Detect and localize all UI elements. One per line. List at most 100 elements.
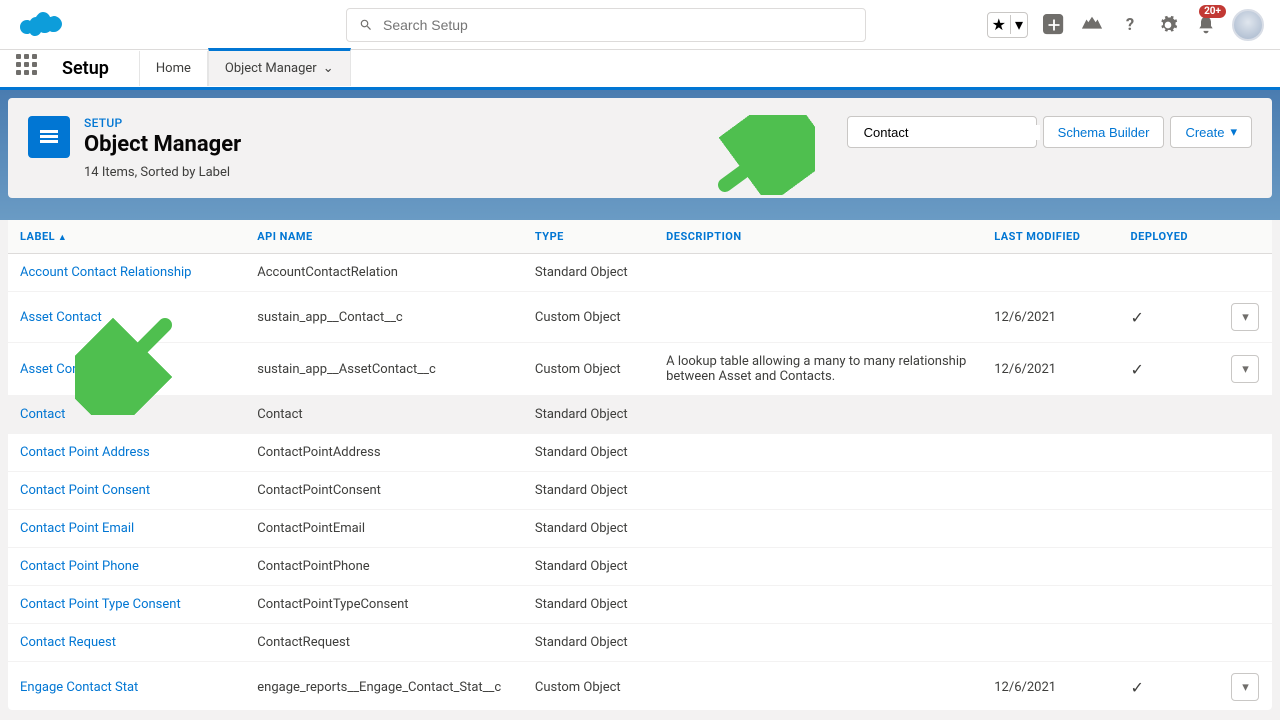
api-name-cell: ContactPointTypeConsent bbox=[245, 586, 523, 624]
app-nav-bar: Setup Home Object Manager ⌄ bbox=[0, 50, 1280, 90]
object-label-link[interactable]: Contact Point Phone bbox=[20, 559, 139, 574]
add-icon[interactable] bbox=[1042, 13, 1066, 37]
chevron-down-icon: ▾ bbox=[1230, 124, 1237, 140]
header-utility-icons: ★ ▾ ? 20+ bbox=[987, 9, 1264, 41]
app-launcher-icon[interactable] bbox=[16, 54, 46, 84]
description-cell bbox=[654, 472, 982, 510]
type-cell: Standard Object bbox=[523, 624, 654, 662]
object-label-link[interactable]: Contact Point Type Consent bbox=[20, 597, 181, 612]
object-label-link[interactable]: Contact Point Email bbox=[20, 521, 134, 536]
salesforce-logo[interactable] bbox=[16, 7, 66, 42]
global-search-input[interactable] bbox=[383, 17, 853, 33]
quick-find-input[interactable] bbox=[864, 125, 1040, 140]
col-type[interactable]: TYPE bbox=[523, 220, 654, 254]
tab-object-manager[interactable]: Object Manager ⌄ bbox=[208, 48, 351, 86]
search-icon bbox=[359, 18, 373, 32]
description-cell: A lookup table allowing a many to many r… bbox=[654, 343, 982, 396]
tab-home[interactable]: Home bbox=[139, 51, 208, 86]
deployed-cell: ✓ bbox=[1119, 292, 1220, 343]
actions-cell: ▾ bbox=[1219, 662, 1272, 711]
table-row: Contact Point Address ContactPointAddres… bbox=[8, 434, 1272, 472]
row-menu-button[interactable]: ▾ bbox=[1231, 303, 1259, 331]
deployed-cell bbox=[1119, 434, 1220, 472]
global-search[interactable] bbox=[346, 8, 866, 42]
type-cell: Standard Object bbox=[523, 472, 654, 510]
type-cell: Standard Object bbox=[523, 510, 654, 548]
deployed-cell: ✓ bbox=[1119, 662, 1220, 711]
last-modified-cell bbox=[982, 510, 1118, 548]
type-cell: Standard Object bbox=[523, 434, 654, 472]
object-label-link[interactable]: Asset Contact bbox=[20, 310, 102, 325]
row-menu-button[interactable]: ▾ bbox=[1231, 355, 1259, 383]
quick-find[interactable] bbox=[847, 116, 1037, 148]
object-label-link[interactable]: Asset Contact Item bbox=[20, 362, 131, 377]
check-icon: ✓ bbox=[1131, 308, 1144, 327]
header-text: SETUP Object Manager 14 Items, Sorted by… bbox=[84, 116, 833, 180]
table-row: Contact Point Type Consent ContactPointT… bbox=[8, 586, 1272, 624]
object-label-link[interactable]: Contact bbox=[20, 407, 65, 422]
col-api-name[interactable]: API NAME bbox=[245, 220, 523, 254]
api-name-cell: sustain_app__AssetContact__c bbox=[245, 343, 523, 396]
last-modified-cell: 12/6/2021 bbox=[982, 343, 1118, 396]
eyebrow: SETUP bbox=[84, 116, 833, 130]
deployed-cell bbox=[1119, 624, 1220, 662]
api-name-cell: ContactPointConsent bbox=[245, 472, 523, 510]
gear-icon[interactable] bbox=[1156, 13, 1180, 37]
object-label-link[interactable]: Contact Point Consent bbox=[20, 483, 150, 498]
check-icon: ✓ bbox=[1131, 678, 1144, 697]
col-label[interactable]: LABEL bbox=[8, 220, 245, 254]
type-cell: Standard Object bbox=[523, 396, 654, 434]
last-modified-cell bbox=[982, 254, 1118, 292]
favorites-button[interactable]: ★ ▾ bbox=[987, 12, 1028, 38]
actions-cell bbox=[1219, 624, 1272, 662]
object-label-link[interactable]: Engage Contact Stat bbox=[20, 680, 138, 695]
chevron-down-icon: ⌄ bbox=[323, 61, 334, 76]
actions-cell bbox=[1219, 586, 1272, 624]
api-name-cell: AccountContactRelation bbox=[245, 254, 523, 292]
api-name-cell: ContactPointAddress bbox=[245, 434, 523, 472]
help-icon[interactable]: ? bbox=[1118, 13, 1142, 37]
api-name-cell: Contact bbox=[245, 396, 523, 434]
description-cell bbox=[654, 548, 982, 586]
col-description[interactable]: DESCRIPTION bbox=[654, 220, 982, 254]
app-name: Setup bbox=[62, 58, 109, 79]
col-deployed[interactable]: DEPLOYED bbox=[1119, 220, 1220, 254]
table-row: Account Contact Relationship AccountCont… bbox=[8, 254, 1272, 292]
svg-text:?: ? bbox=[1126, 16, 1134, 35]
star-icon: ★ bbox=[988, 15, 1011, 34]
description-cell bbox=[654, 396, 982, 434]
notification-icon[interactable]: 20+ bbox=[1194, 13, 1218, 37]
actions-cell bbox=[1219, 396, 1272, 434]
last-modified-cell: 12/6/2021 bbox=[982, 662, 1118, 711]
table-row: Contact Point Email ContactPointEmail St… bbox=[8, 510, 1272, 548]
col-actions bbox=[1219, 220, 1272, 254]
deployed-cell bbox=[1119, 510, 1220, 548]
last-modified-cell bbox=[982, 434, 1118, 472]
last-modified-cell bbox=[982, 472, 1118, 510]
table-row: Contact Contact Standard Object bbox=[8, 396, 1272, 434]
object-label-link[interactable]: Contact Point Address bbox=[20, 445, 150, 460]
schema-builder-button[interactable]: Schema Builder bbox=[1043, 116, 1165, 148]
api-name-cell: ContactPointPhone bbox=[245, 548, 523, 586]
object-label-link[interactable]: Contact Request bbox=[20, 635, 116, 650]
col-last-modified[interactable]: LAST MODIFIED bbox=[982, 220, 1118, 254]
object-label-link[interactable]: Account Contact Relationship bbox=[20, 265, 191, 280]
tab-label: Object Manager bbox=[225, 61, 317, 76]
create-label: Create bbox=[1185, 125, 1224, 140]
deployed-cell bbox=[1119, 472, 1220, 510]
object-table: LABEL API NAME TYPE DESCRIPTION LAST MOD… bbox=[8, 220, 1272, 710]
actions-cell bbox=[1219, 472, 1272, 510]
api-name-cell: ContactPointEmail bbox=[245, 510, 523, 548]
global-header: ★ ▾ ? 20+ bbox=[0, 0, 1280, 50]
page-header: SETUP Object Manager 14 Items, Sorted by… bbox=[8, 98, 1272, 198]
actions-cell bbox=[1219, 548, 1272, 586]
table-row: Engage Contact Stat engage_reports__Enga… bbox=[8, 662, 1272, 711]
page-container: SETUP Object Manager 14 Items, Sorted by… bbox=[0, 90, 1280, 220]
table-row: Contact Point Phone ContactPointPhone St… bbox=[8, 548, 1272, 586]
row-menu-button[interactable]: ▾ bbox=[1231, 673, 1259, 701]
avatar[interactable] bbox=[1232, 9, 1264, 41]
create-button[interactable]: Create ▾ bbox=[1170, 116, 1252, 148]
trailhead-icon[interactable] bbox=[1080, 13, 1104, 37]
deployed-cell bbox=[1119, 586, 1220, 624]
api-name-cell: engage_reports__Engage_Contact_Stat__c bbox=[245, 662, 523, 711]
